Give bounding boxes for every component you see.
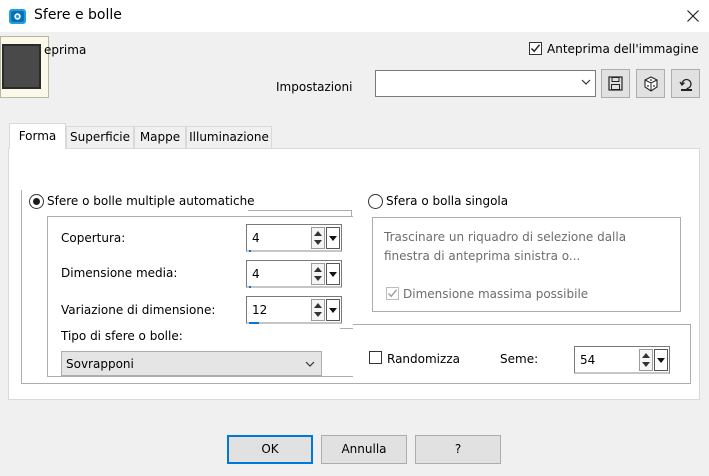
- dropdown-arrow-button[interactable]: [654, 349, 668, 371]
- up-down-arrows-icon: [314, 303, 322, 317]
- help-button[interactable]: ?: [415, 435, 501, 464]
- triangle-down-icon: [329, 272, 337, 277]
- coverage-value: 4: [252, 231, 260, 245]
- randomize-parameters-button[interactable]: [636, 69, 665, 98]
- avg-size-value: 4: [252, 267, 260, 281]
- coverage-spinner[interactable]: 4: [246, 224, 342, 252]
- chevron-down-icon: [581, 79, 591, 85]
- presets-label: Impostazioni: [276, 80, 353, 94]
- triangle-down-icon: [329, 236, 337, 241]
- group-border: [340, 328, 353, 329]
- tab-mappe[interactable]: Mappe: [134, 126, 186, 148]
- close-button[interactable]: [676, 0, 709, 32]
- max-size-label[interactable]: Dimensione massima possibile: [403, 287, 588, 301]
- spin-arrows[interactable]: [639, 349, 653, 371]
- spin-arrows[interactable]: [311, 299, 325, 321]
- reset-icon: [678, 78, 692, 91]
- multi-spheres-label[interactable]: Sfere o bolle multiple automatiche: [47, 194, 255, 208]
- up-down-arrows-icon: [642, 353, 650, 367]
- single-sphere-radio[interactable]: [368, 194, 383, 209]
- group-border: [248, 210, 352, 211]
- group-border: [21, 383, 691, 384]
- preview-image: [2, 44, 41, 89]
- group-border: [21, 190, 22, 383]
- cancel-button[interactable]: Annulla: [321, 435, 407, 464]
- group-border: [690, 324, 691, 384]
- seed-label: Seme:: [500, 352, 539, 366]
- checkmark-icon: [387, 289, 398, 298]
- dropdown-arrow-button[interactable]: [326, 263, 340, 285]
- up-down-arrows-icon: [314, 231, 322, 245]
- radio-selected-dot: [33, 198, 40, 205]
- up-down-arrows-icon: [314, 267, 322, 281]
- triangle-down-icon: [657, 358, 665, 363]
- close-icon: [686, 10, 699, 22]
- size-variation-value: 12: [252, 303, 268, 317]
- coverage-level-bar: [249, 250, 251, 252]
- tab-superficie[interactable]: Superficie: [66, 126, 134, 148]
- seed-spinner[interactable]: 54: [574, 346, 670, 374]
- randomize-label[interactable]: Randomizza: [387, 352, 460, 366]
- paintshop-app-icon: [9, 9, 26, 24]
- dropdown-arrow-button[interactable]: [326, 227, 340, 249]
- preview-thumbnail[interactable]: [0, 36, 49, 98]
- max-size-checkbox[interactable]: [386, 287, 399, 300]
- chevron-down-icon: [305, 361, 315, 367]
- save-preset-button[interactable]: [601, 69, 630, 98]
- checkmark-icon: [530, 44, 541, 53]
- dice-icon: [643, 75, 658, 92]
- reset-defaults-button[interactable]: [671, 69, 700, 98]
- preview-label: eprima: [44, 43, 87, 57]
- tab-forma[interactable]: Forma: [9, 123, 66, 149]
- avg-size-spinner[interactable]: 4: [246, 260, 342, 288]
- type-select[interactable]: Sovrapponi: [61, 351, 322, 376]
- triangle-down-icon: [329, 308, 337, 313]
- window-title: Sfere e bolle: [34, 7, 122, 23]
- size-variation-level-bar: [249, 322, 259, 324]
- randomize-checkbox[interactable]: [369, 351, 382, 364]
- ok-button[interactable]: OK: [227, 435, 313, 464]
- avg-size-level-bar: [249, 286, 251, 288]
- image-preview-checkbox[interactable]: [529, 42, 542, 55]
- single-sphere-label[interactable]: Sfera o bolla singola: [386, 194, 508, 208]
- seed-value[interactable]: 54: [580, 353, 595, 367]
- type-select-value: Sovrapponi: [66, 357, 134, 371]
- type-label: Tipo di sfere o bolle:: [61, 329, 183, 343]
- image-preview-label[interactable]: Anteprima dell'immagine: [547, 42, 699, 56]
- dropdown-arrow-button[interactable]: [326, 299, 340, 321]
- save-icon: [608, 76, 623, 91]
- size-variation-spinner[interactable]: 12: [246, 296, 342, 324]
- single-hint-text: Trascinare un riquadro di selezione dall…: [384, 230, 627, 263]
- group-border: [351, 324, 691, 325]
- size-variation-label: Variazione di dimensione:: [61, 303, 216, 317]
- spin-arrows[interactable]: [311, 263, 325, 285]
- avg-size-label: Dimensione media:: [61, 266, 178, 280]
- tab-illuminazione[interactable]: Illuminazione: [186, 126, 272, 148]
- coverage-label: Copertura:: [61, 231, 126, 245]
- presets-combobox[interactable]: [375, 70, 596, 97]
- spin-arrows[interactable]: [311, 227, 325, 249]
- multi-spheres-radio[interactable]: [29, 194, 44, 209]
